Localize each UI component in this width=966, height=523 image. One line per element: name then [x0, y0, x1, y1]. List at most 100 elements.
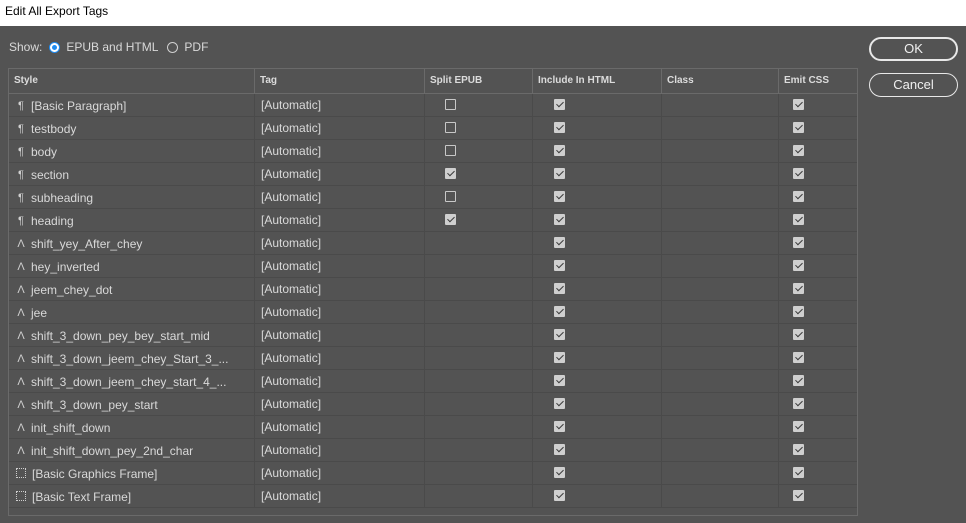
class-field[interactable] [662, 278, 779, 300]
style-cell[interactable]: Λshift_3_down_jeem_chey_Start_3_... [9, 347, 255, 369]
tag-dropdown[interactable]: [Automatic] [255, 94, 425, 116]
column-header-split-epub[interactable]: Split EPUB [425, 69, 533, 93]
class-field[interactable] [662, 117, 779, 139]
emit-css-checkbox[interactable] [793, 375, 804, 386]
emit-css-checkbox[interactable] [793, 99, 804, 110]
tag-dropdown[interactable]: [Automatic] [255, 186, 425, 208]
table-row[interactable]: Λshift_3_down_pey_start [Automatic] [9, 393, 857, 416]
column-header-class[interactable]: Class [662, 69, 779, 93]
table-row[interactable]: ¶ [Basic Paragraph] [Automatic] [9, 94, 857, 117]
table-row[interactable]: ¶ body [Automatic] [9, 140, 857, 163]
ok-button[interactable]: OK [869, 37, 958, 61]
emit-css-checkbox[interactable] [793, 352, 804, 363]
include-html-checkbox[interactable] [554, 375, 565, 386]
include-html-checkbox[interactable] [554, 237, 565, 248]
class-field[interactable] [662, 140, 779, 162]
table-row[interactable]: Λhey_inverted [Automatic] [9, 255, 857, 278]
style-cell[interactable]: Λshift_yey_After_chey [9, 232, 255, 254]
table-row[interactable]: [Basic Graphics Frame] [Automatic] [9, 462, 857, 485]
style-cell[interactable]: Λinit_shift_down [9, 416, 255, 438]
radio-pdf-label[interactable]: PDF [184, 40, 208, 54]
include-html-checkbox[interactable] [554, 329, 565, 340]
table-row[interactable]: Λshift_3_down_pey_bey_start_mid [Automati… [9, 324, 857, 347]
table-row[interactable]: Λjee [Automatic] [9, 301, 857, 324]
table-row[interactable]: [Basic Text Frame] [Automatic] [9, 485, 857, 508]
class-field[interactable] [662, 209, 779, 231]
split-epub-checkbox[interactable] [445, 99, 456, 110]
include-html-checkbox[interactable] [554, 421, 565, 432]
tag-dropdown[interactable]: [Automatic] [255, 278, 425, 300]
column-header-tag[interactable]: Tag [255, 69, 425, 93]
table-row[interactable]: ¶ section [Automatic] [9, 163, 857, 186]
emit-css-checkbox[interactable] [793, 168, 804, 179]
split-epub-checkbox[interactable] [445, 168, 456, 179]
radio-epub-html-label[interactable]: EPUB and HTML [66, 40, 158, 54]
tag-dropdown[interactable]: [Automatic] [255, 255, 425, 277]
style-cell[interactable]: [Basic Text Frame] [9, 485, 255, 507]
include-html-checkbox[interactable] [554, 467, 565, 478]
style-cell[interactable]: Λjee [9, 301, 255, 323]
style-cell[interactable]: ¶ testbody [9, 117, 255, 139]
include-html-checkbox[interactable] [554, 99, 565, 110]
style-cell[interactable]: Λshift_3_down_jeem_chey_start_4_... [9, 370, 255, 392]
include-html-checkbox[interactable] [554, 444, 565, 455]
include-html-checkbox[interactable] [554, 191, 565, 202]
style-cell[interactable]: Λjeem_chey_dot [9, 278, 255, 300]
column-header-include-html[interactable]: Include In HTML [533, 69, 662, 93]
class-field[interactable] [662, 462, 779, 484]
emit-css-checkbox[interactable] [793, 490, 804, 501]
style-cell[interactable]: ¶ [Basic Paragraph] [9, 94, 255, 116]
split-epub-checkbox[interactable] [445, 145, 456, 156]
include-html-checkbox[interactable] [554, 283, 565, 294]
split-epub-checkbox[interactable] [445, 214, 456, 225]
split-epub-checkbox[interactable] [445, 122, 456, 133]
class-field[interactable] [662, 324, 779, 346]
style-cell[interactable]: Λshift_3_down_pey_start [9, 393, 255, 415]
tag-dropdown[interactable]: [Automatic] [255, 140, 425, 162]
emit-css-checkbox[interactable] [793, 306, 804, 317]
radio-pdf[interactable] [167, 41, 179, 53]
class-field[interactable] [662, 301, 779, 323]
tag-dropdown[interactable]: [Automatic] [255, 232, 425, 254]
tag-dropdown[interactable]: [Automatic] [255, 163, 425, 185]
tag-dropdown[interactable]: [Automatic] [255, 393, 425, 415]
class-field[interactable] [662, 163, 779, 185]
tag-dropdown[interactable]: [Automatic] [255, 209, 425, 231]
style-cell[interactable]: Λinit_shift_down_pey_2nd_char [9, 439, 255, 461]
class-field[interactable] [662, 94, 779, 116]
emit-css-checkbox[interactable] [793, 283, 804, 294]
emit-css-checkbox[interactable] [793, 122, 804, 133]
class-field[interactable] [662, 416, 779, 438]
split-epub-checkbox[interactable] [445, 191, 456, 202]
table-row[interactable]: Λinit_shift_down [Automatic] [9, 416, 857, 439]
tag-dropdown[interactable]: [Automatic] [255, 462, 425, 484]
emit-css-checkbox[interactable] [793, 467, 804, 478]
table-row[interactable]: Λshift_3_down_jeem_chey_start_4_... [Auto… [9, 370, 857, 393]
include-html-checkbox[interactable] [554, 145, 565, 156]
class-field[interactable] [662, 439, 779, 461]
tag-dropdown[interactable]: [Automatic] [255, 324, 425, 346]
column-header-emit-css[interactable]: Emit CSS [779, 69, 857, 93]
table-row[interactable]: ¶ heading [Automatic] [9, 209, 857, 232]
emit-css-checkbox[interactable] [793, 145, 804, 156]
emit-css-checkbox[interactable] [793, 421, 804, 432]
table-row[interactable]: Λinit_shift_down_pey_2nd_char [Automatic] [9, 439, 857, 462]
cancel-button[interactable]: Cancel [869, 73, 958, 97]
class-field[interactable] [662, 255, 779, 277]
include-html-checkbox[interactable] [554, 306, 565, 317]
style-cell[interactable]: ¶ subheading [9, 186, 255, 208]
tag-dropdown[interactable]: [Automatic] [255, 370, 425, 392]
table-row[interactable]: Λshift_yey_After_chey [Automatic] [9, 232, 857, 255]
style-cell[interactable]: ¶ section [9, 163, 255, 185]
radio-epub-html[interactable] [49, 41, 61, 53]
table-row[interactable]: Λshift_3_down_jeem_chey_Start_3_... [Auto… [9, 347, 857, 370]
style-cell[interactable]: ¶ heading [9, 209, 255, 231]
style-cell[interactable]: Λshift_3_down_pey_bey_start_mid [9, 324, 255, 346]
include-html-checkbox[interactable] [554, 260, 565, 271]
class-field[interactable] [662, 186, 779, 208]
table-row[interactable]: ¶ subheading [Automatic] [9, 186, 857, 209]
emit-css-checkbox[interactable] [793, 214, 804, 225]
emit-css-checkbox[interactable] [793, 329, 804, 340]
include-html-checkbox[interactable] [554, 352, 565, 363]
emit-css-checkbox[interactable] [793, 444, 804, 455]
